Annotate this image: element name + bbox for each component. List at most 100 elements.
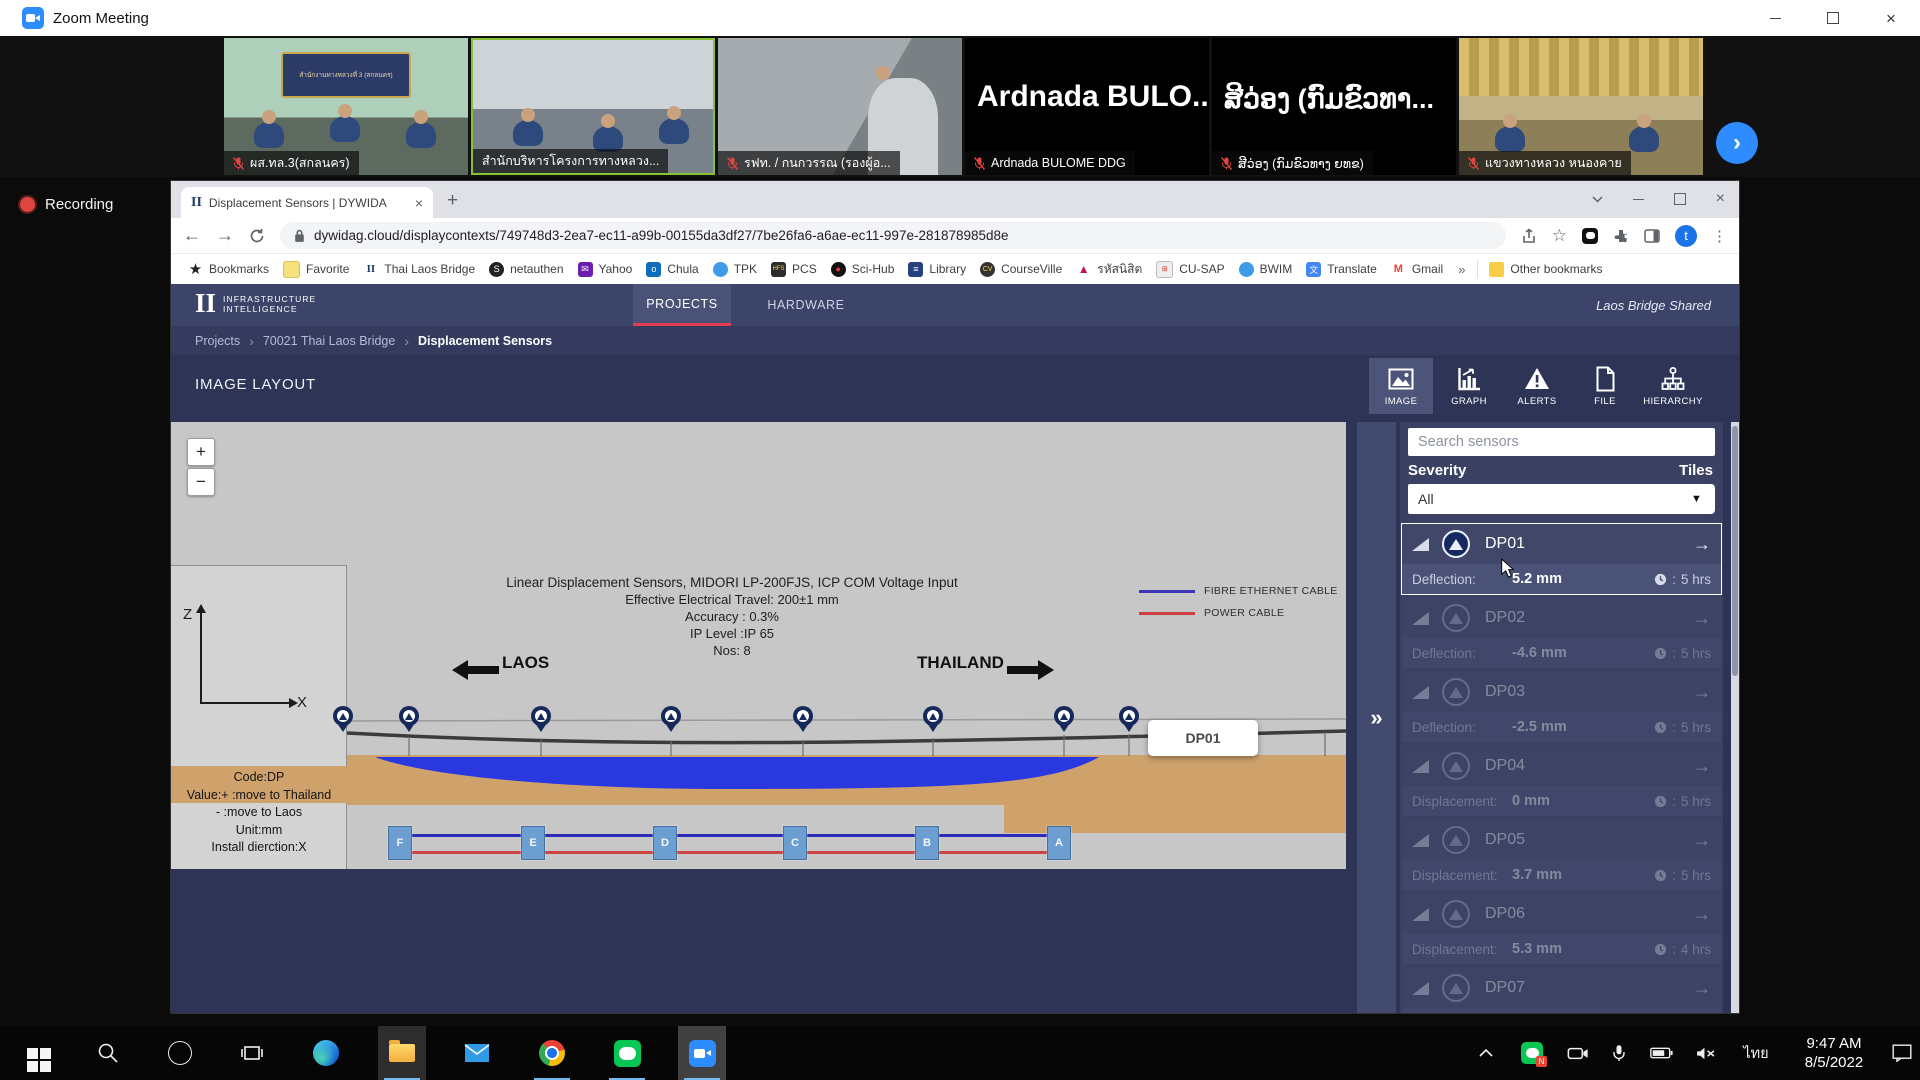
bookmark-item[interactable]: ≡Library	[901, 262, 973, 277]
tab-image[interactable]: IMAGE	[1369, 358, 1433, 414]
next-videos-button[interactable]: ›	[1716, 122, 1758, 164]
bookmark-star-icon[interactable]: ☆	[1552, 226, 1567, 246]
scrollbar-thumb[interactable]	[1732, 426, 1738, 676]
line-extension-icon[interactable]	[1582, 228, 1598, 244]
junction-box[interactable]: F	[388, 826, 412, 860]
trend-icon[interactable]	[1412, 834, 1429, 847]
minimize-button[interactable]	[1746, 0, 1804, 36]
file-explorer-button[interactable]	[378, 1026, 426, 1080]
tab-file[interactable]: FILE	[1573, 358, 1637, 414]
page-scrollbar[interactable]	[1731, 422, 1739, 1013]
breadcrumb-project[interactable]: 70021 Thai Laos Bridge	[263, 334, 396, 348]
forward-icon[interactable]: →	[216, 225, 234, 246]
junction-box[interactable]: B	[915, 826, 939, 860]
browser-tab[interactable]: II Displacement Sensors | DYWIDA ×	[181, 187, 433, 218]
sensor-pin[interactable]	[333, 706, 353, 732]
bookmark-item[interactable]: ✉Yahoo	[571, 262, 640, 277]
participant-video[interactable]: สำนักงานทางหลวงที่ 3 (สกลนคร) ผส.ทล.3(สก…	[224, 38, 468, 175]
bookmark-item[interactable]: CVCourseVille	[973, 262, 1069, 277]
tray-show-hidden[interactable]	[1468, 1026, 1504, 1080]
participant-video[interactable]: ສີວ່ອງ (ກົມຂົວທາ... ສີວ່ອງ (ກົມຂົວທາງ ຍທ…	[1212, 38, 1456, 175]
nav-tab-projects[interactable]: PROJECTS	[633, 284, 731, 326]
bridge-diagram-canvas[interactable]: + − Z X Code:DP Value:+ :move to Thailan…	[171, 422, 1346, 869]
sensor-pin[interactable]	[1119, 706, 1139, 732]
bookmark-item[interactable]: MGmail	[1384, 262, 1450, 277]
action-center-button[interactable]	[1884, 1026, 1920, 1080]
zoom-app-button[interactable]	[678, 1026, 726, 1080]
edge-button[interactable]	[302, 1026, 350, 1080]
bookmark-item[interactable]: ▲รหัสนิสิต	[1069, 260, 1149, 279]
tray-volume-muted[interactable]	[1684, 1026, 1726, 1080]
back-icon[interactable]: ←	[183, 225, 201, 246]
browser-minimize-button[interactable]	[1633, 199, 1644, 200]
detail-arrow-icon[interactable]: →	[1693, 682, 1711, 703]
junction-box[interactable]: E	[521, 826, 545, 860]
chrome-button[interactable]	[528, 1026, 576, 1080]
search-button[interactable]	[84, 1026, 132, 1080]
share-icon[interactable]	[1521, 228, 1537, 244]
bookmarks-overflow-chevron[interactable]: »	[1450, 262, 1473, 277]
junction-box[interactable]: D	[653, 826, 677, 860]
trend-icon[interactable]	[1412, 760, 1429, 773]
detail-arrow-icon[interactable]: →	[1693, 756, 1711, 777]
breadcrumb-projects[interactable]: Projects	[195, 334, 240, 348]
other-bookmarks[interactable]: Other bookmarks	[1482, 262, 1609, 277]
bookmark-item[interactable]: IIThai Laos Bridge	[356, 262, 482, 277]
side-panel-icon[interactable]	[1644, 228, 1660, 244]
nav-tab-hardware[interactable]: HARDWARE	[757, 284, 855, 326]
sensor-card-dp07[interactable]: DP07→	[1402, 968, 1721, 1013]
detail-arrow-icon[interactable]: →	[1693, 608, 1711, 629]
task-view-button[interactable]	[228, 1026, 276, 1080]
detail-arrow-icon[interactable]: →	[1693, 978, 1711, 999]
participant-video[interactable]: แขวงทางหลวง หนองคาย	[1459, 38, 1703, 175]
start-button[interactable]	[8, 1026, 56, 1080]
bookmark-item[interactable]: ★Bookmarks	[181, 262, 276, 277]
bookmark-item[interactable]: BWIM	[1232, 262, 1300, 277]
new-tab-button[interactable]: +	[447, 190, 458, 212]
zoom-in-button[interactable]: +	[187, 438, 215, 466]
sensor-pin[interactable]	[923, 706, 943, 732]
sensor-pin[interactable]	[661, 706, 681, 732]
trend-icon[interactable]	[1412, 982, 1429, 995]
account-label[interactable]: Laos Bridge Shared	[1596, 284, 1711, 326]
browser-menu-icon[interactable]: ⋮	[1712, 227, 1727, 245]
sensor-pin[interactable]	[793, 706, 813, 732]
trend-icon[interactable]	[1412, 538, 1429, 551]
bookmark-item[interactable]: TPK	[706, 262, 764, 277]
brand-logo[interactable]: II INFRASTRUCTUREINTELLIGENCE	[195, 290, 316, 317]
junction-box[interactable]: A	[1047, 826, 1071, 860]
trend-icon[interactable]	[1412, 686, 1429, 699]
tray-language[interactable]: ไทย	[1730, 1026, 1782, 1080]
sensor-card-dp04[interactable]: DP04→ Displacement:0 mm:5 hrs	[1402, 746, 1721, 816]
tab-close-icon[interactable]: ×	[415, 195, 423, 211]
zoom-out-button[interactable]: −	[187, 468, 215, 496]
bookmark-item[interactable]: Snetauthen	[482, 262, 570, 277]
bookmark-item[interactable]: 文Translate	[1299, 262, 1384, 277]
search-input[interactable]	[1408, 428, 1715, 456]
profile-avatar[interactable]: t	[1675, 225, 1697, 247]
cortana-button[interactable]	[156, 1026, 204, 1080]
sidebar-expander[interactable]: »	[1357, 422, 1396, 1013]
junction-box[interactable]: C	[783, 826, 807, 860]
sensor-card-dp03[interactable]: DP03→ Deflection:-2.5 mm:5 hrs	[1402, 672, 1721, 742]
detail-arrow-icon[interactable]: →	[1693, 904, 1711, 925]
severity-select[interactable]: All	[1408, 484, 1690, 514]
tray-line[interactable]: N	[1512, 1026, 1552, 1080]
address-bar[interactable]: dywidag.cloud/displaycontexts/749748d3-2…	[280, 222, 1506, 249]
participant-video[interactable]: Ardnada BULO... Ardnada BULOME DDG	[965, 38, 1209, 175]
tray-clock[interactable]: 9:47 AM 8/5/2022	[1786, 1026, 1882, 1080]
sensor-pin[interactable]	[399, 706, 419, 732]
browser-close-button[interactable]: ×	[1716, 190, 1725, 208]
chevron-down-icon[interactable]	[1592, 196, 1603, 203]
tab-graph[interactable]: GRAPH	[1437, 358, 1501, 414]
tab-hierarchy[interactable]: HIERARCHY	[1641, 358, 1705, 414]
maximize-button[interactable]	[1804, 0, 1862, 36]
trend-icon[interactable]	[1412, 908, 1429, 921]
sensor-card-dp02[interactable]: DP02→ Deflection:-4.6 mm:5 hrs	[1402, 598, 1721, 668]
detail-arrow-icon[interactable]: →	[1693, 830, 1711, 851]
close-button[interactable]: ×	[1862, 0, 1920, 36]
sensor-card-dp01[interactable]: DP01→ Deflection:5.2 mm:5 hrs	[1402, 524, 1721, 594]
tray-microphone[interactable]	[1602, 1026, 1636, 1080]
tray-screen-record[interactable]	[1558, 1026, 1598, 1080]
participant-video-active[interactable]: สำนักบริหารโครงการทางหลวง...	[471, 38, 715, 175]
